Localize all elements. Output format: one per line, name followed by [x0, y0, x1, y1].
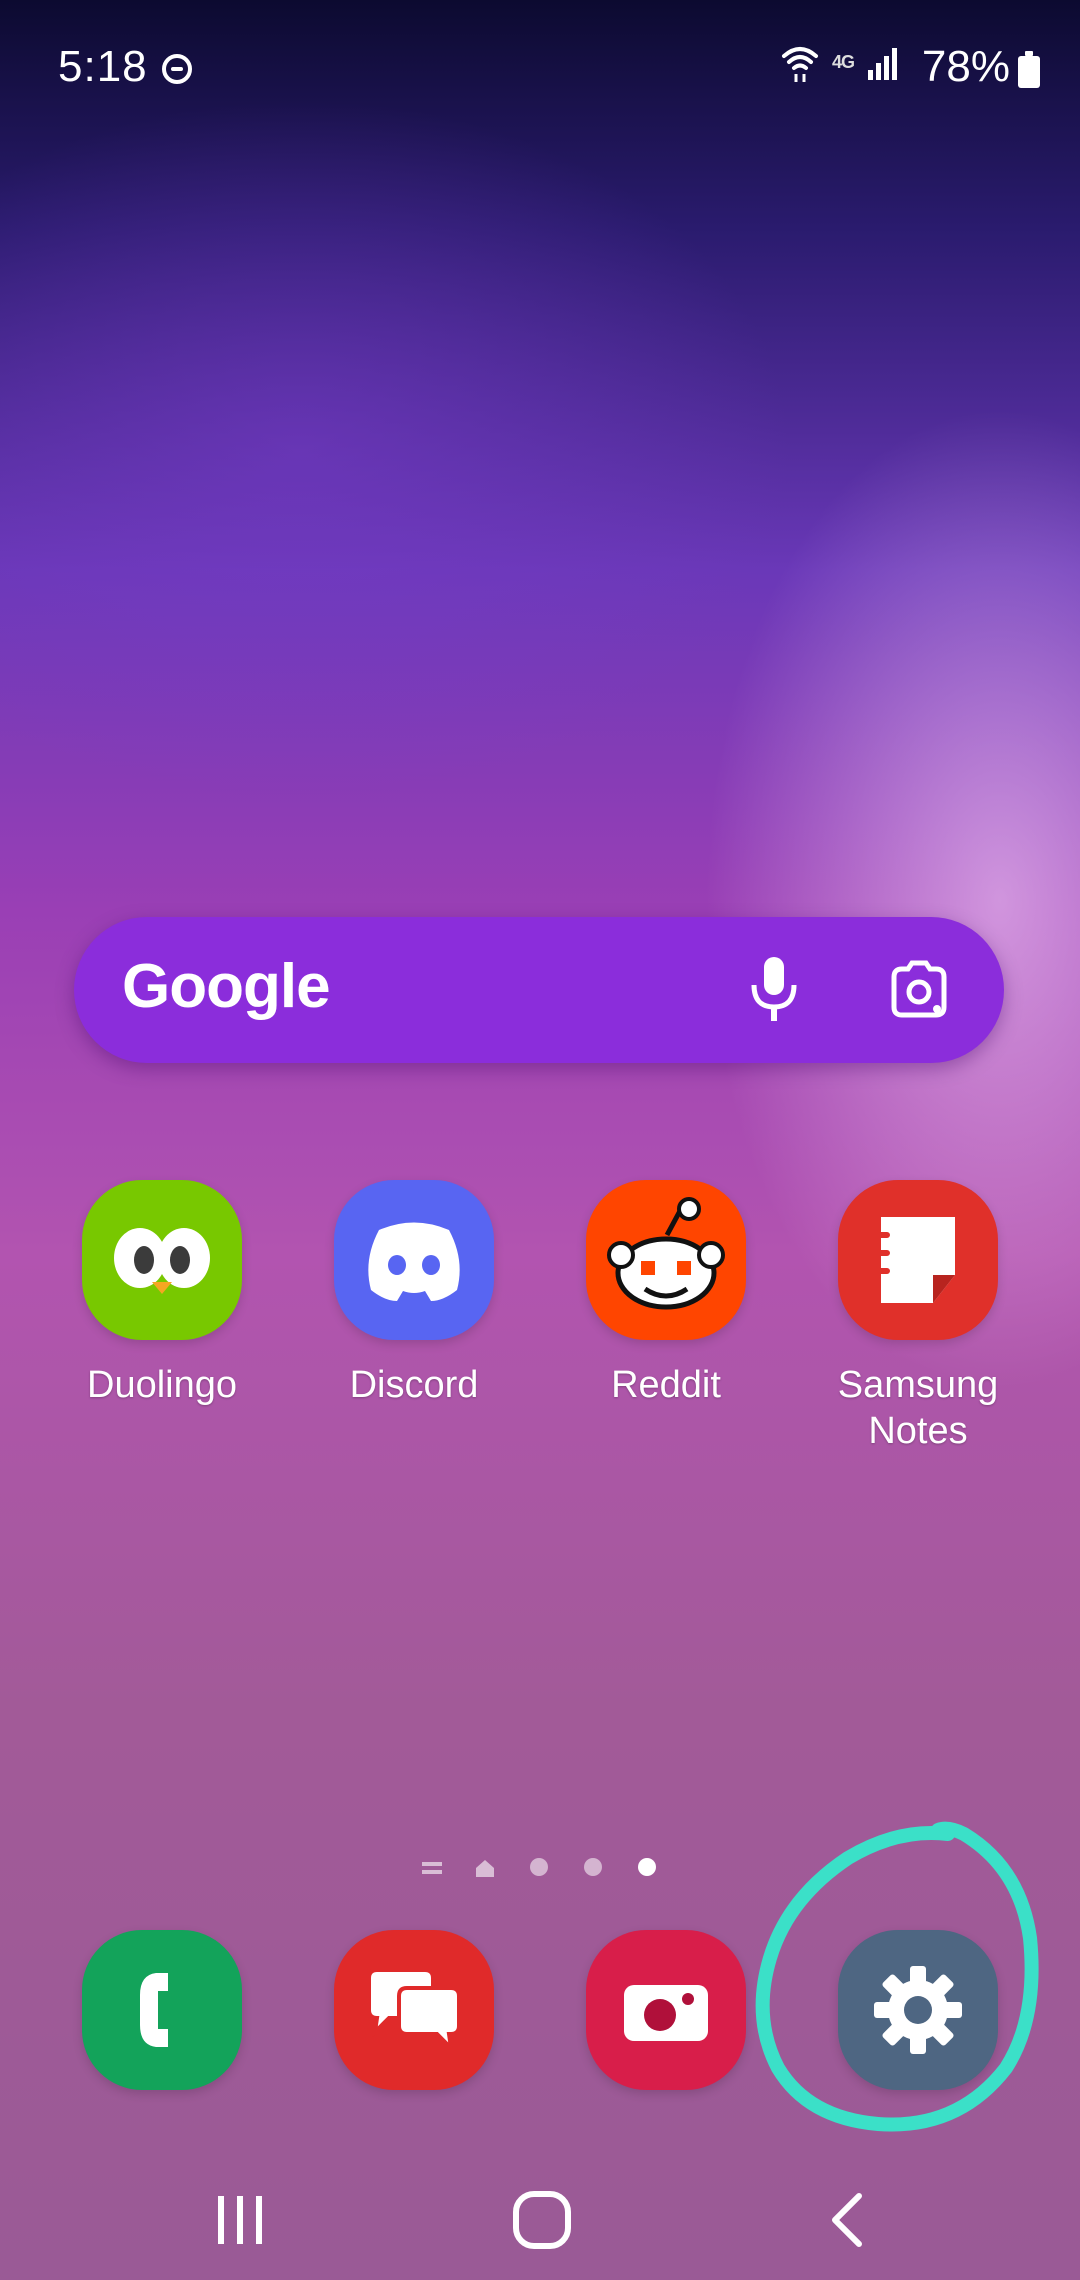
google-logo: Google: [122, 952, 331, 1021]
status-time: 5:18: [58, 42, 148, 91]
page-dot-active: [638, 1858, 656, 1876]
back-button[interactable]: [806, 2180, 886, 2260]
messages-icon[interactable]: [334, 1930, 494, 2090]
camera-icon[interactable]: [586, 1930, 746, 2090]
page-dot: [584, 1858, 602, 1876]
mic-icon[interactable]: [744, 955, 804, 1025]
reddit-icon[interactable]: [586, 1180, 746, 1340]
app-label: Duolingo: [87, 1364, 237, 1406]
dock: [0, 1930, 1080, 2100]
page-dot: [530, 1858, 548, 1876]
battery-percentage: 78%: [921, 42, 1010, 91]
battery-icon: [1018, 51, 1040, 88]
back-icon: [832, 2193, 862, 2247]
home-button[interactable]: [502, 2180, 582, 2260]
app-label: Reddit: [611, 1364, 721, 1406]
recent-apps-icon: [218, 2196, 262, 2244]
app-samsung-notes[interactable]: Samsung Notes: [798, 1180, 1038, 1454]
signal-icon: [868, 48, 897, 80]
samsung-notes-icon[interactable]: [838, 1180, 998, 1340]
do-not-disturb-icon: [162, 54, 192, 84]
phone-icon[interactable]: [82, 1930, 242, 2090]
navigation-bar: [0, 2150, 1080, 2280]
apps-list-indicator-icon: [422, 1862, 442, 1874]
app-duolingo[interactable]: Duolingo: [42, 1180, 282, 1408]
app-reddit[interactable]: Reddit: [546, 1180, 786, 1408]
app-label: Samsung Notes: [837, 1364, 999, 1452]
app-label: Discord: [349, 1364, 479, 1406]
google-search-bar[interactable]: Google: [74, 917, 1004, 1063]
discord-icon[interactable]: [334, 1180, 494, 1340]
home-page-indicator-icon: [476, 1860, 494, 1877]
wifi-icon: [781, 47, 818, 82]
status-icons: 4G: [780, 42, 902, 82]
app-discord[interactable]: Discord: [294, 1180, 534, 1408]
status-bar: 5:18 4G 78%: [0, 0, 1080, 140]
home-icon: [513, 2191, 571, 2249]
settings-icon[interactable]: [838, 1930, 998, 2090]
duolingo-icon[interactable]: [82, 1180, 242, 1340]
recent-apps-button[interactable]: [200, 2180, 280, 2260]
page-indicator[interactable]: [0, 1848, 1080, 1888]
network-4g-icon: 4G: [831, 51, 855, 72]
lens-icon[interactable]: [884, 955, 954, 1025]
